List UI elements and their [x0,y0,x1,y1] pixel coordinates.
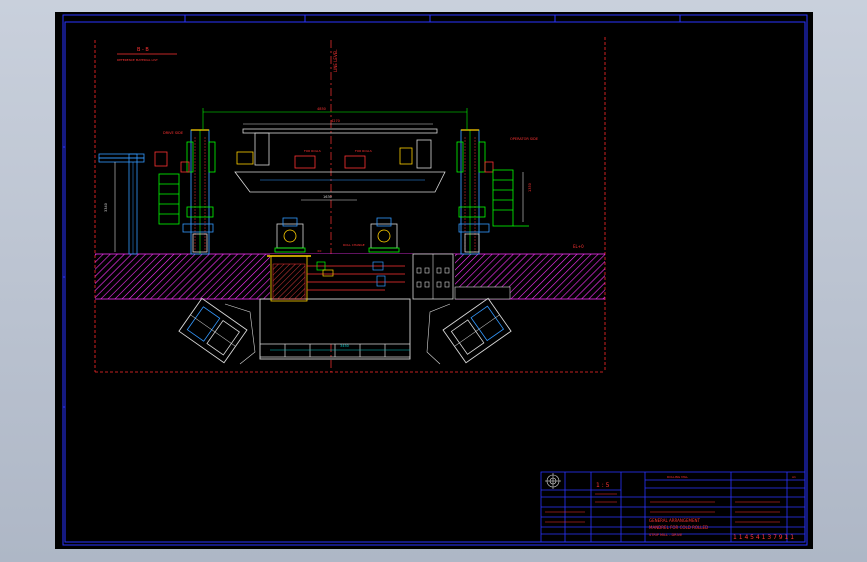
level-label: LINE LEVEL [333,49,338,72]
label-mid-left: FOR ROLLS [304,149,321,153]
dim-left-height: 3340 [104,203,108,212]
dim-top: 4850 [317,107,326,111]
drawing-number: 1 1 4 5 4 1 3 7 9 1 1 [733,534,794,541]
title-block [540,471,806,543]
label-left-side: DRIVE SIDE [163,131,183,135]
left-column-assembly: 3340 [98,151,168,255]
left-roll-chock [274,217,306,253]
title-line-2: MANDREL FOR COLD ROLLED [649,525,708,530]
sheet-size: A1 [792,475,796,479]
top-crossframe [234,128,446,201]
scale-value: 1 : 5 [596,482,610,489]
projection-symbol [545,473,561,489]
section-subtitle: REFERENCE MATERIAL LIST [117,58,158,62]
label-right-side: OPERATOR SIDE [510,137,538,141]
right-roll-chock [368,217,400,253]
left-housing-column [180,129,216,255]
elev-label: EL+0 [573,244,584,249]
frame-ticks [63,15,681,408]
zero-label: ±0 [317,249,322,253]
section-title: B - B [137,47,149,53]
center-tag: ROLL CHANGE [343,243,365,247]
label-mid-right: FOR ROLLS [355,149,372,153]
company-name: ROLLING MILL [667,475,688,479]
drawing-sheet: B - B REFERENCE MATERIAL LIST LINE LEVEL… [62,14,808,546]
title-line-3: STRIP MILL - DRIVE [649,533,682,537]
right-housing-column [456,129,494,255]
dim-bottom: 3450 [340,344,349,348]
title-line-1: GENERAL ARRANGEMENT [649,518,700,523]
dim-right-height: 1350 [528,183,532,192]
pit-ribs [284,344,386,357]
left-ladder [158,173,180,225]
right-ladder [492,169,529,227]
dim-inner: 1630 [323,195,332,199]
cad-drawing-canvas[interactable]: B - B REFERENCE MATERIAL LIST LINE LEVEL… [55,12,813,549]
dim-beam: 4270 [331,119,340,123]
